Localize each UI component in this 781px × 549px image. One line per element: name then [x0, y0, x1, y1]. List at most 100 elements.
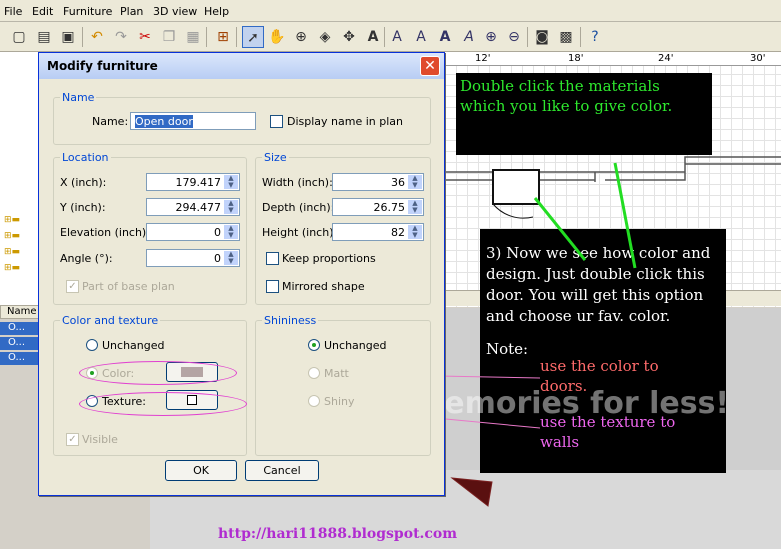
color-unchanged-label: Unchanged [102, 339, 165, 352]
elevation-input[interactable]: 0 ▲ ▼ [146, 223, 240, 241]
angle-spinner-icon[interactable]: ▲ ▼ [224, 251, 238, 265]
name-input[interactable]: Open door [130, 112, 256, 130]
name-input-value: Open door [135, 115, 193, 128]
x-label: X (inch): [60, 176, 107, 189]
display-name-checkbox[interactable] [270, 115, 283, 128]
zoom-out-icon[interactable]: ⊖ [503, 26, 525, 48]
create-dimensions-icon[interactable]: ✥ [338, 26, 360, 48]
y-input-value: 294.477 [175, 201, 222, 214]
menu-file[interactable]: File [4, 5, 22, 18]
italic-text-icon[interactable]: A [458, 26, 480, 48]
width-spinner-icon[interactable]: ▲ ▼ [408, 175, 422, 189]
y-label: Y (inch): [60, 201, 106, 214]
base-plan-checkbox[interactable]: ✓ [66, 280, 79, 293]
matt-radio[interactable] [308, 367, 320, 379]
height-spinner-icon[interactable]: ▲ ▼ [408, 225, 422, 239]
photo-icon[interactable]: ◙ [531, 26, 553, 48]
new-icon[interactable]: ▢ [8, 26, 30, 48]
menu-plan[interactable]: Plan [120, 5, 143, 18]
add-furniture-icon[interactable]: ⊞ [212, 26, 234, 48]
toolbar-separator [580, 27, 581, 47]
angle-input-value: 0 [214, 252, 221, 265]
modify-furniture-dialog: Modify furniture ✕ Name Name: Open door … [38, 52, 445, 496]
pan-icon[interactable]: ✋ [266, 26, 288, 48]
folder-icon[interactable]: ⊞▬ [4, 231, 34, 243]
depth-input[interactable]: 26.75 ▲ ▼ [332, 198, 424, 216]
name-group: Name Name: Open door Display name in pla… [53, 91, 431, 145]
add-text-icon[interactable]: A [362, 26, 384, 48]
paste-icon[interactable]: ▦ [182, 26, 204, 48]
elevation-spinner-icon[interactable]: ▲ ▼ [224, 225, 238, 239]
y-spinner-icon[interactable]: ▲ ▼ [224, 200, 238, 214]
cut-icon[interactable]: ✂ [134, 26, 156, 48]
depth-label: Depth (inch): [262, 201, 335, 214]
3d-door-shape [450, 477, 493, 507]
angle-label: Angle (°): [60, 252, 113, 265]
shine-unchanged-label: Unchanged [324, 339, 387, 352]
open-icon[interactable]: ▤ [33, 26, 55, 48]
visible-label: Visible [82, 433, 118, 446]
furniture-list-row[interactable]: O... [0, 352, 40, 365]
video-icon[interactable]: ▩ [555, 26, 577, 48]
dialog-title: Modify furniture [47, 59, 158, 73]
y-input[interactable]: 294.477 ▲ ▼ [146, 198, 240, 216]
x-spinner-icon[interactable]: ▲ ▼ [224, 175, 238, 189]
callout-top: Double click the materials which you lik… [456, 73, 712, 155]
redo-icon[interactable]: ↷ [110, 26, 132, 48]
visible-checkbox[interactable]: ✓ [66, 433, 79, 446]
shine-unchanged-radio[interactable] [308, 339, 320, 351]
elevation-label: Elevation (inch): [60, 226, 150, 239]
menu-help[interactable]: Help [204, 5, 229, 18]
x-input-value: 179.417 [175, 176, 222, 189]
bold-text-icon[interactable]: A [434, 26, 456, 48]
cancel-button[interactable]: Cancel [245, 460, 319, 481]
increase-text-icon[interactable]: A [386, 26, 408, 48]
folder-icon[interactable]: ⊞▬ [4, 247, 34, 259]
furniture-list-row[interactable]: O... [0, 337, 40, 350]
menu-3dview[interactable]: 3D view [153, 5, 197, 18]
color-highlight-ellipse [79, 361, 237, 385]
menu-edit[interactable]: Edit [32, 5, 53, 18]
height-input[interactable]: 82 ▲ ▼ [332, 223, 424, 241]
furniture-list-header[interactable]: Name [0, 305, 40, 319]
keep-proportions-label: Keep proportions [282, 252, 376, 265]
furniture-catalog-tree[interactable]: ⊞▬ ⊞▬ ⊞▬ ⊞▬ [0, 52, 40, 310]
keep-proportions-checkbox[interactable] [266, 252, 279, 265]
callout-main-text: 3) Now we see how color and design. Just… [486, 244, 711, 325]
furniture-list-row[interactable]: O... [0, 322, 40, 335]
folder-icon[interactable]: ⊞▬ [4, 263, 34, 275]
size-group-title: Size [262, 151, 289, 164]
toolbar-separator [206, 27, 207, 47]
save-icon[interactable]: ▣ [57, 26, 79, 48]
create-walls-icon[interactable]: ⊕ [290, 26, 312, 48]
left-panel-empty [0, 370, 40, 549]
create-rooms-icon[interactable]: ◈ [314, 26, 336, 48]
folder-icon[interactable]: ⊞▬ [4, 215, 34, 227]
angle-input[interactable]: 0 ▲ ▼ [146, 249, 240, 267]
shininess-group-title: Shininess [262, 314, 319, 327]
decrease-text-icon[interactable]: A [410, 26, 432, 48]
menu-furniture[interactable]: Furniture [63, 5, 112, 18]
close-icon[interactable]: ✕ [420, 56, 440, 76]
help-icon[interactable]: ? [584, 26, 606, 48]
shininess-group: Shininess Unchanged Matt Shiny [255, 314, 431, 456]
color-texture-group-title: Color and texture [60, 314, 161, 327]
color-unchanged-radio[interactable] [86, 339, 98, 351]
undo-icon[interactable]: ↶ [86, 26, 108, 48]
x-input[interactable]: 179.417 ▲ ▼ [146, 173, 240, 191]
toolbar-separator [236, 27, 237, 47]
select-icon[interactable]: ➚ [242, 26, 264, 48]
copy-icon[interactable]: ❐ [158, 26, 180, 48]
zoom-in-icon[interactable]: ⊕ [480, 26, 502, 48]
menu-bar: File Edit Furniture Plan 3D view Help [0, 0, 781, 22]
depth-spinner-icon[interactable]: ▲ ▼ [408, 200, 422, 214]
blog-url: http://hari11888.blogspot.com [218, 526, 458, 542]
shiny-radio[interactable] [308, 395, 320, 407]
width-input[interactable]: 36 ▲ ▼ [332, 173, 424, 191]
size-group: Size Width (inch): 36 ▲ ▼ Depth (inch): 2… [255, 151, 431, 305]
mirrored-shape-checkbox[interactable] [266, 280, 279, 293]
ok-button[interactable]: OK [165, 460, 237, 481]
elevation-input-value: 0 [214, 226, 221, 239]
height-label: Height (inch): [262, 226, 338, 239]
matt-label: Matt [324, 367, 349, 380]
